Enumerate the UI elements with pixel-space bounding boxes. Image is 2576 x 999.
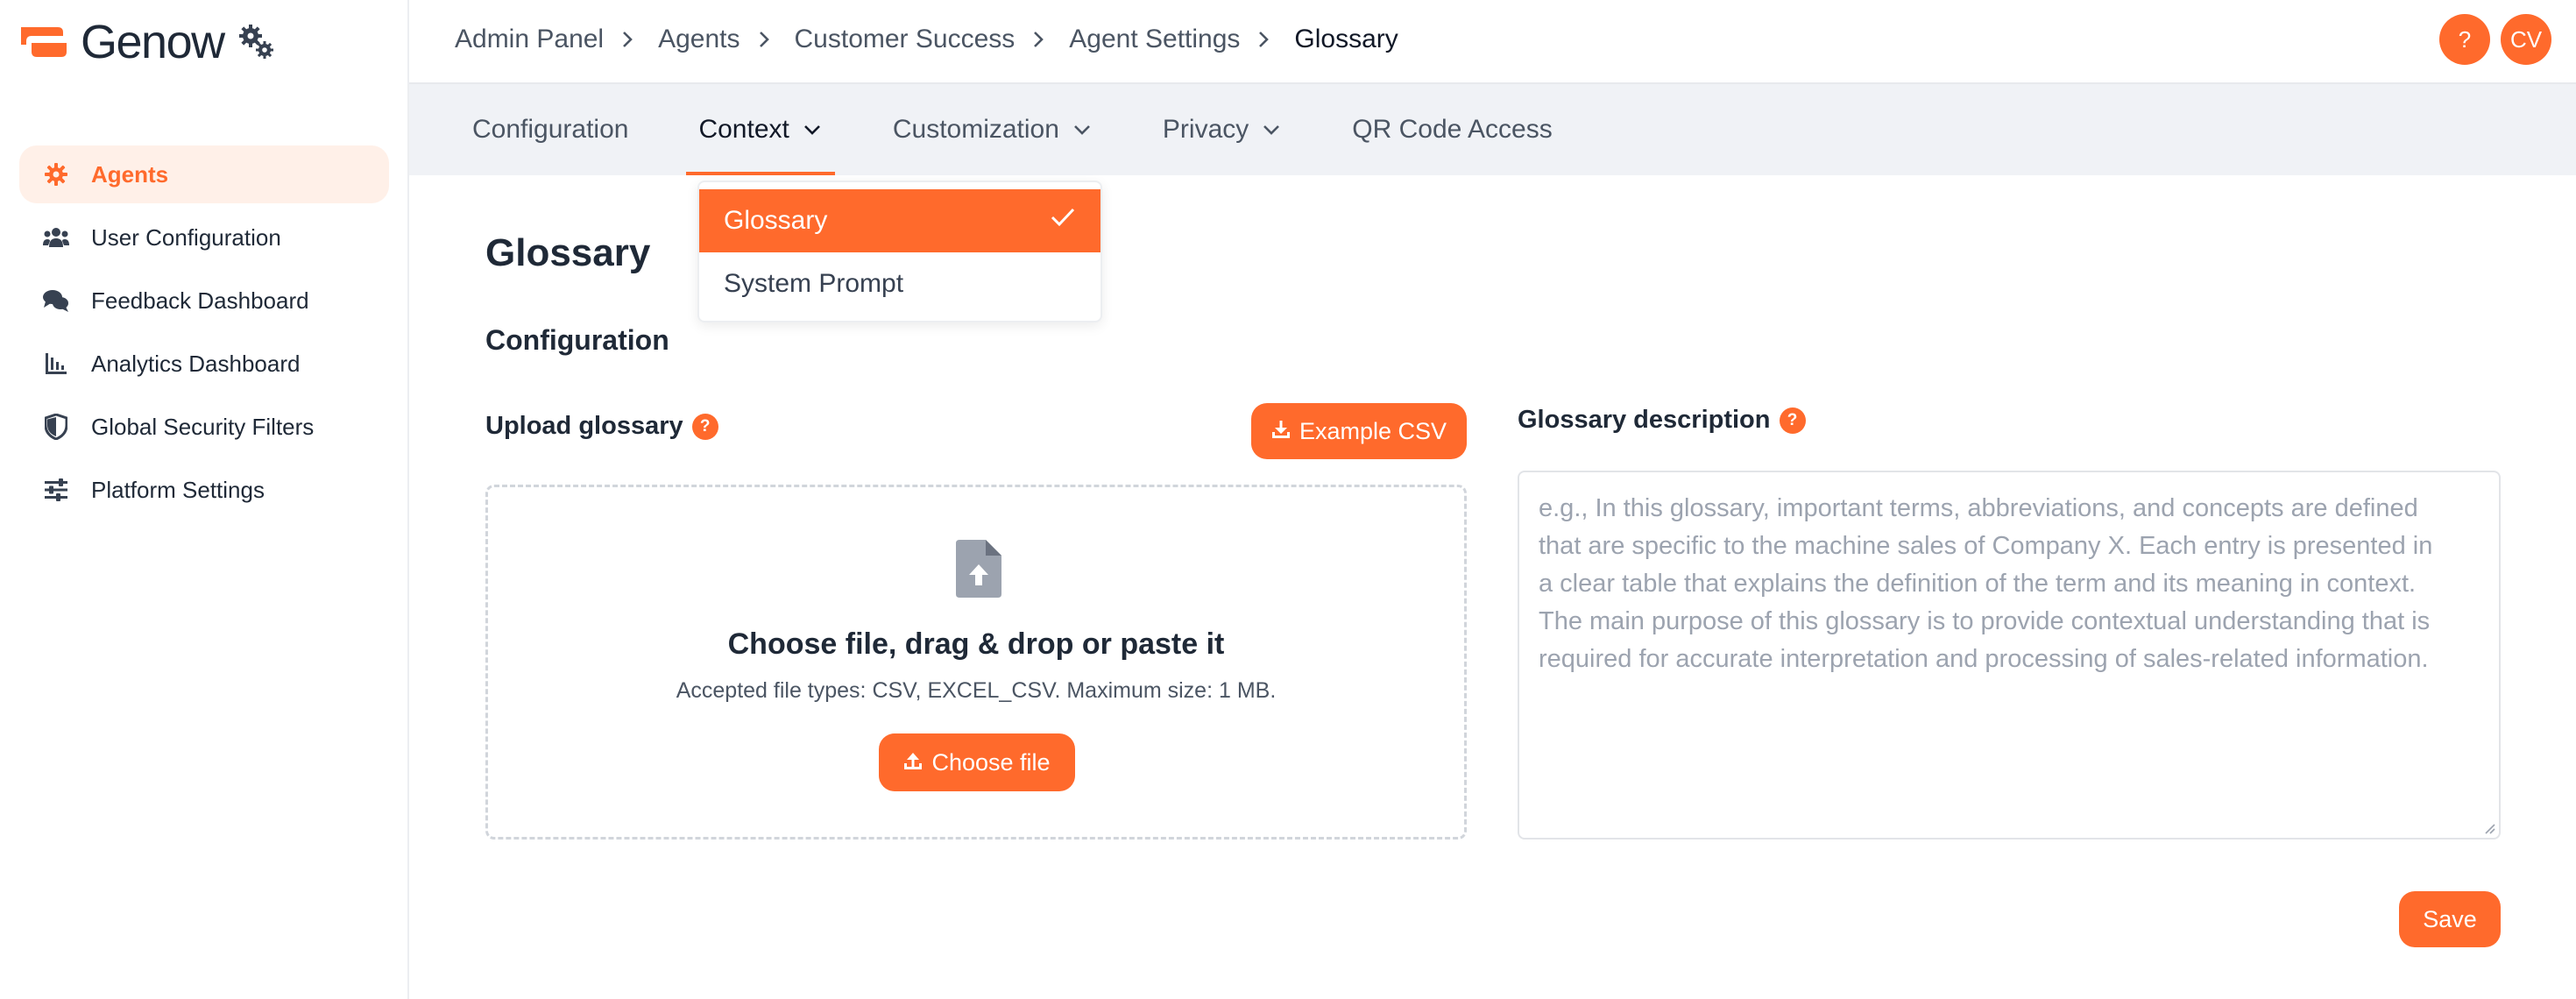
chat-bubbles-icon	[42, 287, 70, 315]
sidebar-item-platform-settings[interactable]: Platform Settings	[19, 461, 389, 519]
tab-label: QR Code Access	[1352, 115, 1553, 144]
sidebar-item-label: Platform Settings	[91, 476, 265, 503]
placeholder-line: e.g., In this glossary, important terms,…	[1539, 494, 2418, 522]
example-csv-button[interactable]: Example CSV	[1251, 403, 1467, 459]
help-icon[interactable]: ?	[691, 413, 718, 440]
gears-icon	[238, 25, 273, 59]
placeholder-line: a clear table that explains the definiti…	[1539, 570, 2417, 598]
choose-file-label: Choose file	[931, 748, 1051, 776]
chevron-right-icon	[621, 32, 637, 47]
breadcrumb-agents[interactable]: Agents	[658, 25, 740, 54]
help-icon[interactable]: ?	[1779, 407, 1806, 434]
chevron-down-icon	[1261, 119, 1282, 140]
choose-file-button[interactable]: Choose file	[879, 733, 1075, 791]
sidebar-item-feedback-dashboard[interactable]: Feedback Dashboard	[19, 272, 389, 329]
placeholder-line: The main purpose of this glossary is to …	[1539, 607, 2431, 635]
file-upload-icon	[956, 540, 1001, 598]
top-actions: ? CV	[2439, 14, 2551, 65]
tab-customization[interactable]: Customization	[893, 84, 1093, 175]
tab-context[interactable]: Context	[686, 84, 836, 175]
sidebar-item-label: Feedback Dashboard	[91, 287, 309, 314]
tab-label: Context	[698, 115, 789, 144]
chevron-right-icon	[758, 32, 774, 47]
shield-icon	[42, 413, 70, 441]
sidebar-item-analytics-dashboard[interactable]: Analytics Dashboard	[19, 335, 389, 393]
tab-label: Privacy	[1162, 115, 1249, 144]
chevron-down-icon	[1072, 119, 1093, 140]
sidebar-item-user-configuration[interactable]: User Configuration	[19, 209, 389, 266]
section-title: Configuration	[485, 324, 669, 356]
upload-glossary-label: Upload glossary ?	[485, 412, 718, 441]
glossary-description-textarea[interactable]: e.g., In this glossary, important terms,…	[1518, 471, 2501, 840]
page-title: Glossary	[485, 231, 651, 274]
sidebar: Genow Agents User Configuration Feedback…	[0, 0, 409, 999]
sliders-icon	[42, 476, 70, 504]
brand-logo[interactable]: Genow	[19, 18, 277, 67]
breadcrumb: Admin Panel Agents Customer Success Agen…	[455, 0, 1398, 79]
chevron-down-icon	[802, 119, 823, 140]
breadcrumb-customer-success[interactable]: Customer Success	[795, 25, 1016, 54]
upload-glossary-label-text: Upload glossary	[485, 412, 683, 440]
breadcrumb-agent-settings[interactable]: Agent Settings	[1069, 25, 1240, 54]
sidebar-item-label: User Configuration	[91, 223, 281, 251]
context-dropdown-menu: Glossary System Prompt	[697, 181, 1102, 322]
tab-label: Customization	[892, 115, 1059, 144]
gear-icon	[42, 160, 70, 188]
sidebar-item-label: Global Security Filters	[91, 413, 315, 440]
file-dropzone[interactable]: Choose file, drag & drop or paste it Acc…	[485, 485, 1467, 840]
sidebar-item-label: Agents	[91, 160, 169, 188]
resize-handle-icon[interactable]	[2481, 820, 2495, 834]
tab-configuration[interactable]: Configuration	[472, 84, 628, 175]
glossary-description-label-text: Glossary description	[1518, 406, 1771, 434]
tab-privacy[interactable]: Privacy	[1163, 84, 1282, 175]
tab-label: Configuration	[472, 115, 629, 144]
dropzone-title: Choose file, drag & drop or paste it	[727, 627, 1225, 661]
breadcrumb-admin-panel[interactable]: Admin Panel	[455, 25, 604, 54]
sidebar-item-label: Analytics Dashboard	[91, 350, 301, 377]
dropzone-hint: Accepted file types: CSV, EXCEL_CSV. Max…	[676, 678, 1277, 703]
example-csv-label: Example CSV	[1299, 417, 1447, 444]
save-button[interactable]: Save	[2399, 891, 2501, 947]
sidebar-nav: Agents User Configuration Feedback Dashb…	[19, 145, 389, 524]
upload-icon	[903, 749, 923, 776]
checkmark-icon	[1050, 206, 1076, 236]
sidebar-item-agents[interactable]: Agents	[19, 145, 389, 203]
avatar[interactable]: CV	[2501, 14, 2551, 65]
bar-chart-icon	[42, 350, 70, 378]
glossary-description-label: Glossary description ?	[1518, 406, 1806, 435]
users-icon	[42, 223, 70, 252]
chevron-right-icon	[1032, 32, 1048, 47]
chevron-right-icon	[1257, 32, 1273, 47]
menu-item-glossary[interactable]: Glossary	[699, 189, 1100, 252]
app-name: Genow	[81, 16, 225, 68]
menu-item-label: Glossary	[724, 206, 828, 235]
tab-bar: Configuration Context Customization Priv…	[409, 84, 2576, 175]
menu-item-label: System Prompt	[724, 269, 904, 298]
download-icon	[1271, 418, 1291, 445]
placeholder-line: that are specific to the machine sales o…	[1539, 532, 2433, 560]
breadcrumb-glossary: Glossary	[1294, 25, 1398, 53]
placeholder-line: required for accurate interpretation and…	[1539, 645, 2429, 673]
help-button[interactable]: ?	[2439, 14, 2490, 65]
menu-item-system-prompt[interactable]: System Prompt	[699, 252, 1100, 315]
sidebar-item-global-security-filters[interactable]: Global Security Filters	[19, 398, 389, 456]
top-bar: Admin Panel Agents Customer Success Agen…	[409, 0, 2576, 84]
tabs: Configuration Context Customization Priv…	[472, 84, 1623, 175]
tab-qr-code-access[interactable]: QR Code Access	[1352, 84, 1552, 175]
genow-logo-icon	[21, 27, 67, 57]
